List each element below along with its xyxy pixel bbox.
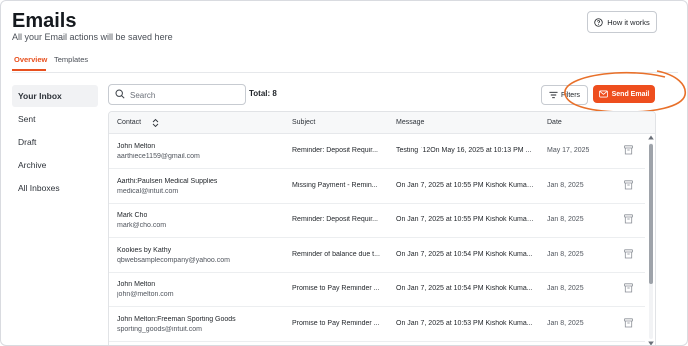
archive-icon[interactable]	[624, 318, 633, 328]
contact-name: Mark Cho	[117, 212, 148, 220]
scrollbar[interactable]	[647, 134, 655, 346]
sidebar-item-all-inboxes[interactable]: All Inboxes	[12, 177, 98, 199]
email-date: Jan 8, 2025	[547, 250, 584, 258]
contact-email: qbwebsamplecompany@yahoo.com	[117, 256, 230, 264]
search-box[interactable]	[108, 84, 246, 105]
filters-button[interactable]: Filters	[541, 85, 588, 105]
scroll-down-icon[interactable]	[648, 341, 654, 346]
search-icon	[115, 89, 125, 99]
email-message: Testing `12On May 16, 2025 at 10:13 PM .…	[396, 147, 532, 154]
column-message: Message	[396, 119, 425, 126]
archive-icon[interactable]	[624, 145, 633, 155]
contact-email: mark@cho.com	[117, 222, 167, 230]
page-subtitle: All your Email actions will be saved her…	[12, 32, 173, 42]
table-row[interactable]: John Melton aarthiece1159@gmail.com Remind…	[109, 134, 645, 169]
contact-name: Kookies by Kathy	[117, 246, 172, 254]
email-subject: Reminder: Deposit Requir...	[292, 216, 378, 224]
send-email-label: Send Email	[611, 90, 650, 98]
contact-name: John Melton	[117, 143, 156, 150]
sidebar-item-archive[interactable]: Archive	[12, 154, 98, 176]
email-date: Jan 8, 2025	[547, 216, 584, 224]
email-message: On Jan 7, 2025 at 10:55 PM Kishok Kumar.…	[396, 216, 534, 224]
email-message: On Jan 7, 2025 at 10:53 PM Kishok Kuma..…	[396, 320, 533, 327]
email-date: Jan 8, 2025	[547, 181, 584, 189]
contact-name: John Melton:Freeman Sporting Goods	[117, 316, 236, 323]
column-subject: Subject	[292, 119, 316, 126]
email-subject: Reminder of balance due t...	[292, 250, 380, 258]
email-subject: Reminder: Deposit Requir...	[292, 147, 378, 154]
search-input[interactable]	[128, 87, 242, 103]
email-subject: Missing Payment - Remin...	[292, 181, 378, 189]
emails-table: Contact Subject Message Date John Melton…	[108, 111, 656, 346]
sidebar-item-draft[interactable]: Draft	[12, 131, 98, 153]
email-message: On Jan 7, 2025 at 10:54 PM Kishok Kuma..…	[396, 285, 533, 293]
sort-icon	[152, 118, 159, 128]
filter-icon	[549, 91, 558, 99]
scroll-up-icon[interactable]	[648, 135, 654, 140]
email-date: Jan 8, 2025	[547, 285, 584, 293]
table-row[interactable]: Aarthi:Paulsen Medical Supplies medical@i…	[109, 169, 645, 204]
how-it-works-label: How it works	[607, 17, 650, 27]
sidebar-item-sent[interactable]: Sent	[12, 108, 98, 130]
page-title: Emails	[12, 10, 77, 32]
table-row[interactable]: Kookies by Kathy qbwebsamplecompany@yahoo…	[109, 238, 645, 273]
email-message: On Jan 7, 2025 at 10:55 PM Kishok Kumar.…	[396, 181, 534, 189]
contact-name: John Melton	[117, 281, 156, 289]
total-count: Total: 8	[249, 89, 277, 98]
table-row[interactable]: Mark Cho mark@cho.com Reminder: Deposit Re…	[109, 203, 645, 239]
email-subject: Promise to Pay Reminder ...	[292, 285, 380, 293]
mail-icon	[598, 90, 608, 98]
contact-email: john@melton.com	[117, 291, 174, 299]
email-subject: Promise to Pay Reminder ...	[292, 320, 380, 327]
tab-templates[interactable]: Templates	[54, 55, 88, 64]
sidebar-item-your-inbox[interactable]: Your Inbox	[12, 85, 98, 107]
how-it-works-button[interactable]: How it works	[587, 11, 657, 33]
contact-name: Aarthi:Paulsen Medical Supplies	[117, 177, 218, 185]
filters-label: Filters	[560, 91, 581, 99]
send-email-button[interactable]: Send Email	[593, 85, 655, 103]
scroll-thumb[interactable]	[649, 144, 653, 284]
emails-page: Emails All your Email actions will be sa…	[0, 0, 688, 346]
sidebar: Your Inbox Sent Draft Archive All Inboxe…	[12, 85, 98, 200]
table-row[interactable]: John Melton john@melton.com Promise to Pay…	[109, 272, 645, 308]
column-contact[interactable]: Contact	[117, 118, 159, 128]
tabs-divider	[12, 72, 678, 73]
tab-overview[interactable]: Overview	[14, 55, 47, 64]
help-circle-icon	[594, 17, 603, 27]
contact-email: aarthiece1159@gmail.com	[117, 153, 200, 160]
archive-icon[interactable]	[624, 179, 633, 190]
contact-email: medical@intuit.com	[117, 187, 179, 195]
table-row[interactable]: John Melton:Freeman Sporting Goods sporti…	[109, 307, 645, 342]
archive-icon[interactable]	[624, 249, 633, 259]
archive-icon[interactable]	[624, 214, 633, 224]
table-header: Contact Subject Message Date	[109, 112, 655, 134]
email-message: On Jan 7, 2025 at 10:54 PM Kishok Kuma..…	[396, 250, 533, 258]
email-date: Jan 8, 2025	[547, 320, 584, 327]
column-date: Date	[547, 119, 562, 126]
active-tab-indicator	[12, 69, 46, 71]
contact-email: sporting_goods@intuit.com	[117, 326, 202, 333]
archive-icon[interactable]	[624, 283, 633, 293]
email-date: May 17, 2025	[547, 147, 590, 154]
column-contact-label: Contact	[117, 119, 142, 126]
